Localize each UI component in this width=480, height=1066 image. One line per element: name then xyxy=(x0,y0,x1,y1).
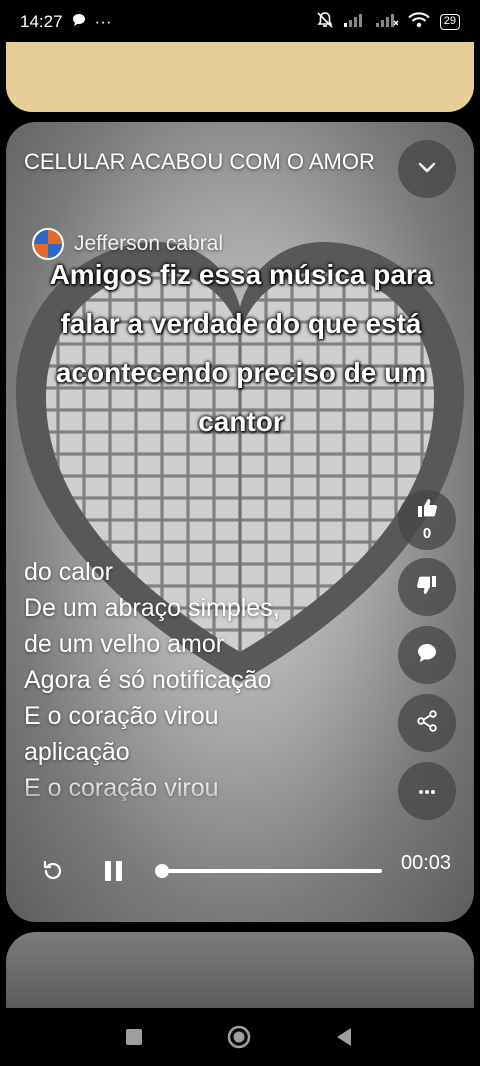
next-video-card[interactable] xyxy=(6,932,474,1012)
video-card[interactable]: CELULAR ACABOU COM O AMOR Jefferson cabr… xyxy=(6,122,474,922)
bell-off-icon xyxy=(316,11,334,34)
collapse-button[interactable] xyxy=(398,140,456,198)
thumbs-down-icon xyxy=(416,575,438,600)
more-dots-icon xyxy=(417,782,437,800)
share-button[interactable] xyxy=(398,694,456,752)
seek-thumb[interactable] xyxy=(155,864,169,878)
player-controls: 00:03 xyxy=(6,842,474,902)
thumbs-up-icon xyxy=(416,498,438,523)
signal-2-icon xyxy=(375,12,399,32)
comment-button[interactable] xyxy=(398,626,456,684)
lyric-line: de um velho amor xyxy=(24,630,225,658)
lyric-line: do calor xyxy=(24,558,113,586)
pause-icon[interactable] xyxy=(100,856,126,886)
navigation-bar xyxy=(0,1008,480,1066)
seek-bar[interactable] xyxy=(155,864,382,878)
dislike-button[interactable] xyxy=(398,558,456,616)
previous-video-card[interactable] xyxy=(6,42,474,112)
video-description: Amigos fiz essa música para falar a verd… xyxy=(49,259,433,437)
status-time: 14:27 xyxy=(20,12,63,31)
replay-icon[interactable] xyxy=(40,858,66,884)
comment-icon xyxy=(416,642,438,669)
home-button[interactable] xyxy=(226,1024,252,1050)
recents-button[interactable] xyxy=(121,1024,147,1050)
chevron-down-icon xyxy=(417,160,437,178)
lyric-line: E o coração virou xyxy=(24,774,219,802)
lyric-line: E o coração virou xyxy=(24,702,219,730)
share-icon xyxy=(416,709,438,737)
back-button[interactable] xyxy=(332,1024,358,1050)
lyrics-list: do calor De um abraço simples, de um vel… xyxy=(24,554,394,816)
battery-indicator: 29 xyxy=(439,14,460,30)
signal-icon xyxy=(343,12,366,32)
lyric-line: aplicação xyxy=(24,738,130,766)
song-title: CELULAR ACABOU COM O AMOR xyxy=(24,149,375,174)
lyric-line: aplicação xyxy=(24,806,394,816)
like-count: 0 xyxy=(422,525,432,542)
chat-bubble-icon xyxy=(71,12,87,33)
lyric-line: Agora é só notificação xyxy=(24,666,272,694)
more-button[interactable] xyxy=(398,762,456,820)
status-bar: 14:27 ··· 29 xyxy=(0,0,480,44)
playback-time: 00:03 xyxy=(400,852,452,874)
lyric-line: De um abraço simples, xyxy=(24,594,280,622)
wifi-icon xyxy=(408,11,430,33)
more-notifications: ··· xyxy=(94,12,112,31)
like-button[interactable]: 0 xyxy=(398,490,456,550)
